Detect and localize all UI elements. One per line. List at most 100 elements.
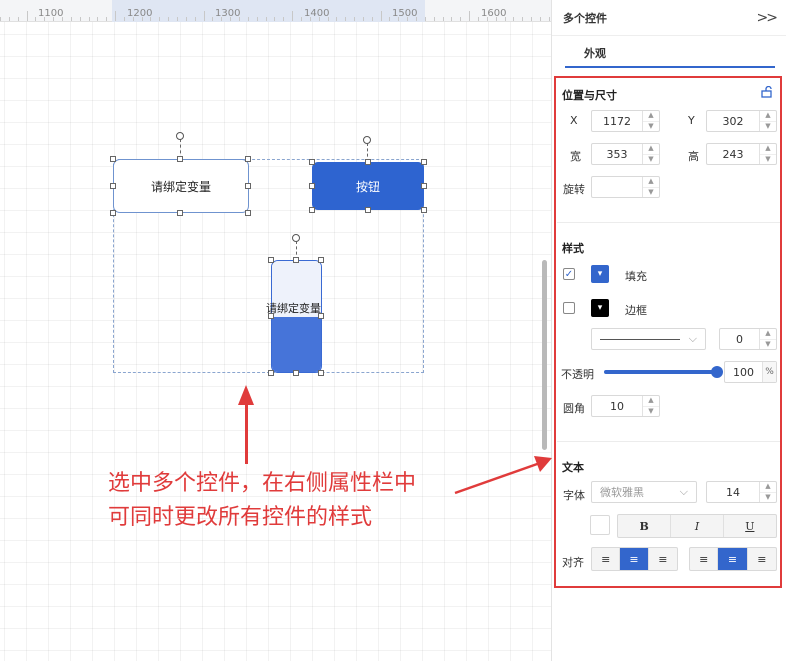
- ruler-tick: [398, 17, 400, 21]
- y-stepper[interactable]: ▲ ▼: [759, 111, 776, 131]
- canvas-scrollbar[interactable]: [542, 260, 547, 450]
- x-stepper[interactable]: ▲ ▼: [642, 111, 659, 131]
- font-family-dropdown[interactable]: 微软雅黑 ⌵: [591, 481, 697, 503]
- resize-handle[interactable]: [293, 257, 299, 263]
- border-width-stepper[interactable]: ▲ ▼: [759, 329, 776, 349]
- text-color-swatch[interactable]: [590, 515, 610, 535]
- rotate-stepper[interactable]: ▲ ▼: [642, 177, 659, 197]
- resize-handle[interactable]: [110, 183, 116, 189]
- ruler-label: 1400: [304, 8, 330, 19]
- resize-handle[interactable]: [309, 183, 315, 189]
- resize-handle[interactable]: [245, 183, 251, 189]
- horizontal-align-group: ≡ ≡ ≡: [591, 547, 678, 571]
- ruler-tick: [522, 17, 524, 21]
- radius-value: 10: [610, 399, 624, 413]
- resize-handle[interactable]: [421, 183, 427, 189]
- opacity-input[interactable]: 100 %: [724, 361, 777, 383]
- rotate-handle-icon[interactable]: [363, 136, 371, 144]
- variable-text-control[interactable]: 请绑定变量: [113, 159, 249, 213]
- unlock-icon[interactable]: [761, 86, 773, 98]
- align-center-icon[interactable]: ≡: [620, 548, 649, 570]
- ruler-tick: [513, 17, 515, 21]
- text-section: 文本: [562, 459, 784, 475]
- bold-button[interactable]: B: [618, 515, 672, 537]
- ruler-tick: [26, 11, 28, 21]
- resize-handle[interactable]: [309, 207, 315, 213]
- resize-handle[interactable]: [365, 159, 371, 165]
- resize-handle[interactable]: [309, 159, 315, 165]
- font-label: 字体: [563, 489, 585, 502]
- panel-tabs: 外观: [552, 36, 786, 68]
- position-size-title: 位置与尺寸: [562, 89, 617, 102]
- font-size-value: 14: [726, 485, 740, 499]
- resize-handle[interactable]: [268, 257, 274, 263]
- italic-button[interactable]: I: [671, 515, 724, 537]
- button-control[interactable]: 按钮: [312, 162, 424, 210]
- align-top-icon[interactable]: ≡: [690, 548, 719, 570]
- design-canvas[interactable]: 1100 1200 1300 1400 1500 1600 请绑定变量 按钮 请…: [0, 0, 551, 661]
- radius-input[interactable]: 10 ▲ ▼: [591, 395, 660, 417]
- resize-handle[interactable]: [421, 159, 427, 165]
- ruler-tick: [539, 17, 541, 21]
- font-size-stepper[interactable]: ▲ ▼: [759, 482, 776, 502]
- resize-handle[interactable]: [318, 313, 324, 319]
- border-checkbox[interactable]: [563, 302, 575, 314]
- resize-handle[interactable]: [245, 210, 251, 216]
- ruler-label: 1500: [392, 8, 418, 19]
- ruler-tick: [159, 17, 161, 21]
- rotate-handle-icon[interactable]: [176, 132, 184, 140]
- resize-handle[interactable]: [245, 156, 251, 162]
- chevron-down-icon: ▾: [597, 269, 603, 279]
- annotation-note: 选中多个控件，在右侧属性栏中 可同时更改所有控件的样式: [108, 467, 416, 535]
- chevron-down-icon: ⌵: [679, 485, 688, 498]
- ruler-tick: [424, 17, 426, 21]
- border-color-swatch[interactable]: ▾: [591, 299, 609, 317]
- resize-handle[interactable]: [110, 156, 116, 162]
- radius-stepper[interactable]: ▲ ▼: [642, 396, 659, 416]
- resize-handle[interactable]: [110, 210, 116, 216]
- x-input[interactable]: 1172 ▲ ▼: [591, 110, 660, 132]
- y-label: Y: [688, 114, 695, 127]
- resize-handle[interactable]: [365, 207, 371, 213]
- vertical-variable-control[interactable]: [271, 260, 322, 373]
- style-section: 样式: [562, 240, 784, 256]
- opacity-slider-thumb[interactable]: [711, 366, 723, 378]
- align-bottom-icon[interactable]: ≡: [748, 548, 776, 570]
- rotate-handle-icon[interactable]: [292, 234, 300, 242]
- x-value: 1172: [603, 114, 631, 128]
- width-input[interactable]: 353 ▲ ▼: [591, 143, 660, 165]
- border-width-input[interactable]: 0 ▲ ▼: [719, 328, 777, 350]
- opacity-unit: %: [762, 362, 776, 382]
- align-middle-icon[interactable]: ≡: [718, 548, 748, 570]
- width-stepper[interactable]: ▲ ▼: [642, 144, 659, 164]
- font-size-input[interactable]: 14 ▲ ▼: [706, 481, 777, 503]
- align-left-icon[interactable]: ≡: [592, 548, 621, 570]
- resize-handle[interactable]: [268, 370, 274, 376]
- fill-checkbox[interactable]: ✓: [563, 268, 575, 280]
- panel-header: 多个控件 >>: [552, 0, 786, 36]
- underline-button[interactable]: U: [724, 515, 776, 537]
- border-style-dropdown[interactable]: ⌵: [591, 328, 706, 350]
- line-style-preview: [600, 338, 680, 340]
- opacity-label: 不透明: [561, 368, 594, 381]
- tab-appearance[interactable]: 外观: [584, 45, 606, 61]
- y-input[interactable]: 302 ▲ ▼: [706, 110, 777, 132]
- align-right-icon[interactable]: ≡: [649, 548, 677, 570]
- resize-handle[interactable]: [318, 257, 324, 263]
- variable-text-control-label: 请绑定变量: [150, 179, 211, 194]
- resize-handle[interactable]: [268, 313, 274, 319]
- height-input[interactable]: 243 ▲ ▼: [706, 143, 777, 165]
- rotate-input[interactable]: ▲ ▼: [591, 176, 660, 198]
- style-title: 样式: [562, 242, 584, 255]
- fill-color-swatch[interactable]: ▾: [591, 265, 609, 283]
- resize-handle[interactable]: [177, 156, 183, 162]
- height-stepper[interactable]: ▲ ▼: [759, 144, 776, 164]
- resize-handle[interactable]: [318, 370, 324, 376]
- ruler-tick: [442, 17, 444, 21]
- opacity-slider-track[interactable]: [604, 370, 717, 374]
- ruler-tick: [256, 17, 258, 21]
- double-chevron-right-icon[interactable]: >>: [757, 10, 779, 26]
- resize-handle[interactable]: [177, 210, 183, 216]
- resize-handle[interactable]: [421, 207, 427, 213]
- resize-handle[interactable]: [293, 370, 299, 376]
